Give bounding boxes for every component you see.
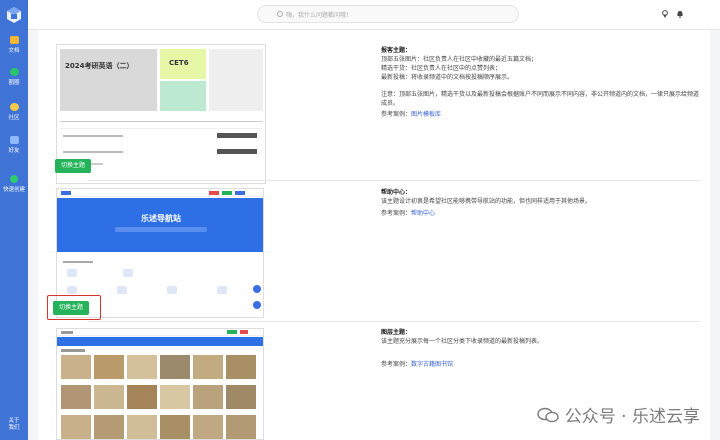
watermark: 公众号 · 乐述云享: [537, 402, 700, 427]
sidebar-item-label: 好友: [8, 148, 20, 154]
theme-preview-layer: [56, 328, 264, 440]
sidebar-item-quick-create[interactable]: 快速创建: [0, 175, 28, 193]
divider: [88, 180, 700, 181]
theme-description-help: 帮助中心： 该主题设计初衷是希望社区能够携带导航站的功能，但也同样适用于其他场景…: [381, 188, 701, 218]
sidebar-item-docs[interactable]: 文档: [0, 36, 28, 54]
sidebar-item-friends[interactable]: 好友: [0, 136, 28, 154]
sidebar-item-label: 社区: [8, 115, 20, 121]
sun-icon: [9, 103, 19, 111]
about-label: 关于: [8, 418, 20, 424]
plus-icon: [10, 175, 18, 183]
theme-desc-line: 该主题设计初衷是希望社区能够携带导航站的功能，但也同样适用于其他场景。: [381, 198, 592, 205]
sidebar-item-label: 圈圈: [8, 80, 20, 86]
switch-theme-button[interactable]: 切换主题: [55, 159, 92, 173]
sidebar-item-label: 快速创建: [2, 187, 25, 193]
friends-icon: [9, 136, 19, 144]
theme-description-report: 报客主题： 顶部五张图片：社区负责人在社区中收藏的最近五篇文档； 精选干货：社区…: [381, 46, 701, 119]
theme-heading: 帮助中心：: [381, 189, 412, 196]
sidebar-about-link[interactable]: 关于 我们: [0, 418, 28, 432]
search-placeholder: 嗨，我什么问题都问哦！: [286, 12, 353, 19]
folder-icon: [9, 36, 19, 44]
search-input[interactable]: 嗨，我什么问题都问哦！: [257, 5, 519, 23]
theme-heading: 图层主题：: [381, 329, 412, 336]
sidebar-item-label: 文档: [8, 48, 20, 54]
group-icon: [9, 68, 19, 76]
reference-label: 参考案例：: [381, 361, 412, 368]
reference-label: 参考案例：: [381, 111, 412, 118]
watermark-text: 公众号 · 乐述云享: [564, 407, 700, 427]
reference-link[interactable]: 帮助中心: [411, 210, 435, 217]
sidebar: 文档 圈圈 社区 好友 快速创建 关于 我们: [0, 0, 28, 440]
reference-link[interactable]: 图片模板库: [411, 111, 441, 118]
sidebar-item-community[interactable]: 社区: [0, 103, 28, 121]
preview-badge: CET6: [169, 59, 189, 67]
reference-label: 参考案例：: [381, 210, 412, 217]
theme-desc-line: 最新投稿：将收录频道中的文档按投稿顺序展示。: [381, 74, 514, 81]
wechat-icon: [537, 407, 559, 422]
sidebar-item-circles[interactable]: 圈圈: [0, 68, 28, 86]
theme-desc-line: 该主题充分展示每一个社区分类下收录频道的最新投稿列表。: [381, 338, 544, 345]
theme-description-layer: 图层主题： 该主题充分展示每一个社区分类下收录频道的最新投稿列表。 参考案例：数…: [381, 328, 701, 369]
app-logo-icon[interactable]: [4, 5, 24, 25]
search-icon: [277, 11, 283, 17]
theme-desc-line: 精选干货：社区负责人在社区中的点赞列表；: [381, 65, 502, 72]
theme-desc-line: 顶部五张图片：社区负责人在社区中收藏的最近五篇文档；: [381, 56, 538, 63]
theme-settings-panel: 2024考研英语（二） CET6 切换主题 报客主题： 顶部五张图片：社区负责人…: [38, 30, 710, 440]
reference-link[interactable]: 数字古籍图书馆: [411, 361, 453, 368]
theme-heading: 报客主题：: [381, 47, 412, 54]
preview-title: 2024考研英语（二）: [65, 62, 134, 70]
divider: [88, 321, 700, 322]
theme-note: 注意：顶部五张图片，精选干货以及最新投稿会根据账户不同而展示不同内容，非公开频道…: [381, 91, 700, 107]
preview-title: 乐述导航站: [141, 214, 181, 223]
about-label: 我们: [8, 425, 20, 431]
top-bar: 嗨，我什么问题都问哦！: [28, 0, 720, 30]
bell-icon[interactable]: [676, 10, 684, 18]
switch-theme-button[interactable]: 切换主题: [53, 301, 90, 315]
location-icon[interactable]: [661, 10, 669, 18]
